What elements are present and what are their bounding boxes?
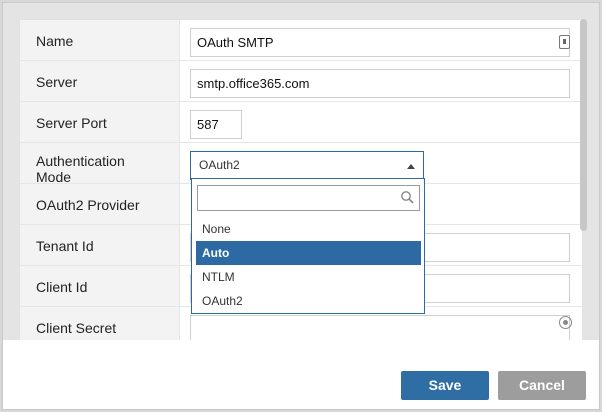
auth-mode-label-text: Authentication Mode	[36, 153, 125, 185]
dialog-content: Name OAuth SMTP Server smtp.office365.co…	[3, 3, 599, 340]
auth-mode-label: Authentication Mode	[20, 143, 180, 185]
form-row-port: Server Port 587	[20, 102, 582, 143]
name-input[interactable]: OAuth SMTP	[190, 28, 570, 57]
auth-mode-select[interactable]: OAuth2	[190, 151, 424, 180]
auth-mode-selected-value: OAuth2	[199, 158, 240, 172]
oauth2-provider-label: OAuth2 Provider	[20, 184, 180, 224]
port-cell: 587	[180, 102, 582, 142]
option-none[interactable]: None	[196, 217, 421, 241]
address-book-icon[interactable]	[559, 35, 570, 49]
server-label: Server	[20, 61, 180, 101]
option-ntlm[interactable]: NTLM	[196, 265, 421, 289]
dialog-footer-spacer	[3, 340, 599, 368]
auth-mode-cell: OAuth2	[180, 143, 582, 183]
vertical-scrollbar[interactable]	[580, 19, 587, 231]
caret-up-icon	[407, 164, 415, 169]
client-secret-label: Client Secret	[20, 307, 180, 340]
server-port-input[interactable]: 587	[190, 110, 242, 139]
client-id-label: Client Id	[20, 266, 180, 306]
option-oauth2[interactable]: OAuth2	[196, 289, 421, 313]
option-auto[interactable]: Auto	[196, 241, 421, 265]
server-port-label: Server Port	[20, 102, 180, 142]
name-label: Name	[20, 20, 180, 60]
search-icon	[401, 191, 414, 204]
dropdown-search-input[interactable]	[197, 185, 420, 211]
server-input[interactable]: smtp.office365.com	[190, 69, 570, 98]
client-secret-input[interactable]	[190, 315, 570, 340]
cancel-button[interactable]: Cancel	[498, 371, 586, 400]
tenant-id-label: Tenant Id	[20, 225, 180, 265]
auth-mode-dropdown: None Auto NTLM OAuth2	[191, 178, 425, 314]
save-button[interactable]: Save	[401, 371, 489, 400]
name-cell: OAuth SMTP	[180, 20, 582, 60]
smtp-settings-dialog: Name OAuth SMTP Server smtp.office365.co…	[2, 2, 600, 410]
form-row-name: Name OAuth SMTP	[20, 20, 582, 61]
form-row-server: Server smtp.office365.com	[20, 61, 582, 102]
eye-icon[interactable]	[559, 316, 572, 329]
server-cell: smtp.office365.com	[180, 61, 582, 101]
dropdown-options: None Auto NTLM OAuth2	[196, 217, 421, 313]
